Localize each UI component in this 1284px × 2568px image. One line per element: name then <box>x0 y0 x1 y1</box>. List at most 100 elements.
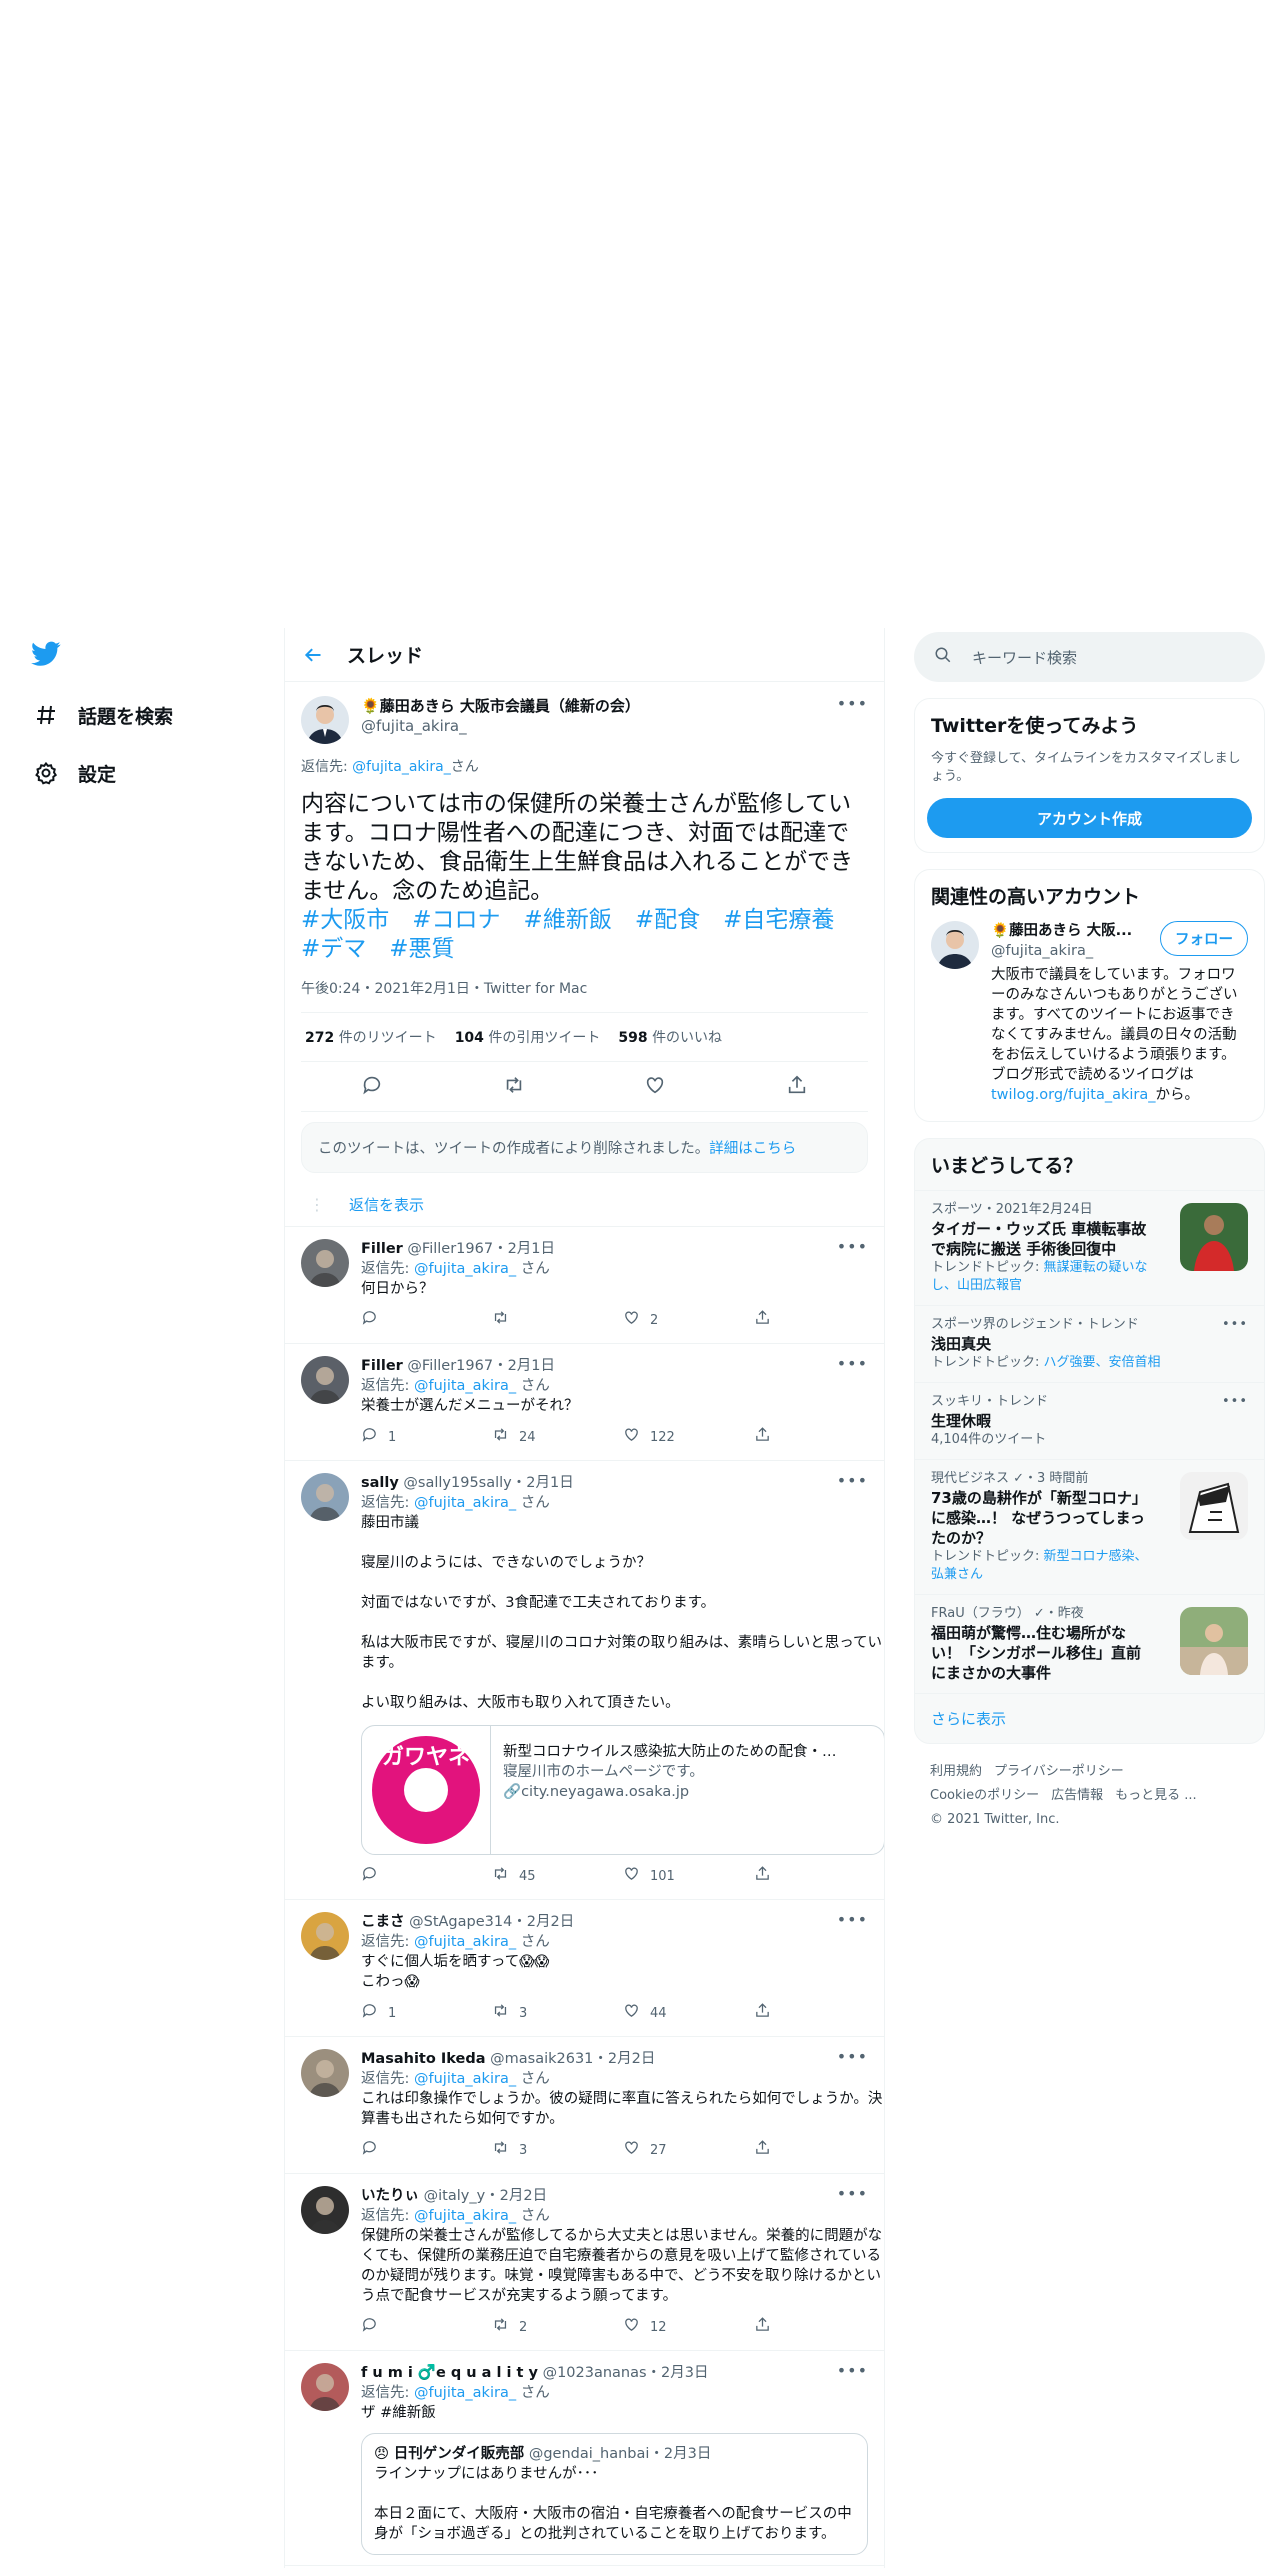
nav-settings[interactable]: 設定 <box>28 744 268 802</box>
reply-handle-link[interactable]: @fujita_akira_ <box>352 759 451 775</box>
more-options-icon[interactable]: ••• <box>837 1471 868 1490</box>
reply-action[interactable] <box>361 1865 492 1889</box>
more-options-icon[interactable]: ••• <box>837 1354 868 1373</box>
more-options-icon[interactable]: ••• <box>837 1237 868 1256</box>
reply-author-name[interactable]: Masahito Ikeda <box>361 2051 486 2067</box>
reply-handle-link[interactable]: @fujita_akira_ <box>414 2385 516 2401</box>
reply-action[interactable]: 1 <box>361 1426 492 1450</box>
reply-handle-link[interactable]: @fujita_akira_ <box>414 2071 516 2087</box>
more-options-icon[interactable]: ••• <box>837 2361 868 2380</box>
like-action[interactable]: 122 <box>623 1426 754 1450</box>
reply-handle-link[interactable]: @fujita_akira_ <box>414 1495 516 1511</box>
retweet-icon[interactable] <box>503 1074 525 1100</box>
reply-author-handle[interactable]: @Filler1967・2月1日 <box>407 1358 555 1374</box>
reply-icon[interactable] <box>361 1074 383 1100</box>
avatar[interactable] <box>301 2186 349 2234</box>
author-handle[interactable]: @fujita_akira_ <box>361 716 640 736</box>
reply-tweet[interactable]: sally @sally195sally・2月1日 返信先: @fujita_a… <box>285 1461 884 1900</box>
retweet-action[interactable]: 24 <box>492 1426 623 1450</box>
trend-item[interactable]: FRaU（フラウ） ✓・昨夜 福田萌が驚愕…住む場所がない！「シンガポール移住」… <box>915 1594 1264 1693</box>
show-replies-row[interactable]: ⋮ 返信を表示 <box>285 1183 884 1227</box>
related-bio-link[interactable]: twilog.org/fujita_akira_ <box>991 1087 1156 1103</box>
share-action[interactable] <box>754 2316 884 2340</box>
reply-action[interactable]: 1 <box>361 2002 492 2026</box>
nav-explore[interactable]: 話題を検索 <box>28 686 268 744</box>
ads-link[interactable]: 広告情報 <box>1051 1788 1103 1803</box>
retweet-action[interactable]: 2 <box>492 2316 623 2340</box>
reply-tweet[interactable]: Filler @Filler1967・2月1日 返信先: @fujita_aki… <box>285 1344 884 1461</box>
reply-handle-link[interactable]: @fujita_akira_ <box>414 1378 516 1394</box>
share-icon[interactable] <box>786 1074 808 1100</box>
author-name[interactable]: 藤田あきら 大阪市会議員（維新の会） <box>380 697 640 715</box>
like-action[interactable]: 2 <box>623 1309 754 1333</box>
trend-thumbnail[interactable] <box>1180 1607 1248 1675</box>
reply-tweet[interactable]: いたりぃ @italy_y・2月2日 返信先: @fujita_akira_ さ… <box>285 2174 884 2351</box>
reply-author-handle[interactable]: @1023ananas・2月3日 <box>543 2365 709 2381</box>
more-options-icon[interactable]: ••• <box>837 2047 868 2066</box>
terms-link[interactable]: 利用規約 <box>930 1764 982 1779</box>
more-options-icon[interactable]: ••• <box>837 1910 868 1929</box>
trend-thumbnail[interactable] <box>1180 1203 1248 1271</box>
privacy-link[interactable]: プライバシーポリシー <box>994 1764 1124 1779</box>
more-options-icon[interactable]: ••• <box>1222 1393 1248 1411</box>
avatar[interactable] <box>301 2049 349 2097</box>
reply-author-name[interactable]: いたりぃ <box>361 2188 419 2204</box>
reply-action[interactable] <box>361 2139 492 2163</box>
tweet-timestamp[interactable]: 午後0:24・2021年2月1日・Twitter for Mac <box>301 978 868 1013</box>
reply-tweet[interactable]: こまさ @StAgape314・2月2日 返信先: @fujita_akira_… <box>285 1900 884 2037</box>
share-action[interactable] <box>754 2002 884 2026</box>
reply-tweet[interactable]: Filler @Filler1967・2月1日 返信先: @fujita_aki… <box>285 1227 884 1344</box>
quote-stat[interactable]: 104 件の引用ツイート <box>455 1027 601 1047</box>
reply-handle-link[interactable]: @fujita_akira_ <box>414 1934 516 1950</box>
avatar[interactable] <box>301 1473 349 1521</box>
like-action[interactable]: 27 <box>623 2139 754 2163</box>
avatar[interactable] <box>301 696 349 744</box>
related-account[interactable]: 🌻藤田あきら 大阪... @fujita_akira_ 大阪市で議員をしています… <box>915 921 1264 1121</box>
like-stat[interactable]: 598 件のいいね <box>618 1027 722 1047</box>
retweet-action[interactable]: 3 <box>492 2002 623 2026</box>
trend-thumbnail[interactable] <box>1180 1472 1248 1540</box>
cookie-link[interactable]: Cookieのポリシー <box>930 1788 1039 1803</box>
trend-item[interactable]: スッキリ・トレンド 生理休暇 4,104件のツイート ••• <box>915 1382 1264 1459</box>
reply-author-name[interactable]: Filler <box>361 1358 403 1374</box>
avatar[interactable] <box>301 1356 349 1404</box>
retweet-action[interactable]: 3 <box>492 2139 623 2163</box>
trend-sub-link[interactable]: ハグ強要、安倍首相 <box>1044 1355 1161 1370</box>
like-action[interactable]: 44 <box>623 2002 754 2026</box>
reply-handle-link[interactable]: @fujita_akira_ <box>414 1261 516 1277</box>
related-name[interactable]: 藤田あきら 大阪... <box>1009 923 1132 939</box>
like-icon[interactable] <box>644 1074 666 1100</box>
follow-button[interactable]: フォロー <box>1160 921 1248 956</box>
show-replies-link[interactable]: 返信を表示 <box>349 1194 424 1215</box>
retweet-action[interactable]: 45 <box>492 1865 623 1889</box>
like-action[interactable]: 101 <box>623 1865 754 1889</box>
retweet-action[interactable] <box>492 1309 623 1333</box>
more-options-icon[interactable]: ••• <box>837 2184 868 2203</box>
hashtags[interactable]: #大阪市 #コロナ #維新飯 #配食 #自宅療養 #デマ #悪質 <box>301 906 868 964</box>
quoted-tweet[interactable]: 😠 日刊ゲンダイ販売部 @gendai_hanbai・2月3日 ラインナップには… <box>361 2433 868 2555</box>
link-card[interactable]: ガワヤネ 新型コロナウイルス感染拡大防止のための配食・… 寝屋川市のホームページ… <box>361 1725 884 1855</box>
trend-item[interactable]: 現代ビジネス ✓・3 時間前 73歳の島耕作が「新型コロナ」に感染…！ なぜうつ… <box>915 1459 1264 1594</box>
retweet-stat[interactable]: 272 件のリツイート <box>305 1027 437 1047</box>
more-options-icon[interactable]: ••• <box>837 694 868 713</box>
share-action[interactable] <box>754 2139 884 2163</box>
avatar[interactable] <box>301 2363 349 2411</box>
reply-author-handle[interactable]: @italy_y・2月2日 <box>424 2188 548 2204</box>
more-options-icon[interactable]: ••• <box>1222 1316 1248 1334</box>
reply-tweet[interactable]: Masahito Ikeda @masaik2631・2月2日 返信先: @fu… <box>285 2037 884 2174</box>
share-action[interactable] <box>754 1426 884 1450</box>
learn-more-link[interactable]: 詳細はこちら <box>709 1141 796 1157</box>
more-footer-link[interactable]: もっと見る ... <box>1115 1788 1197 1803</box>
reply-author-handle[interactable]: @sally195sally・2月1日 <box>403 1475 573 1491</box>
show-more-link[interactable]: さらに表示 <box>915 1693 1264 1743</box>
share-action[interactable] <box>754 1865 884 1889</box>
search-input[interactable]: キーワード検索 <box>972 647 1077 668</box>
reply-author-handle[interactable]: @Filler1967・2月1日 <box>407 1241 555 1257</box>
trend-item[interactable]: スポーツ界のレジェンド・トレンド 浅田真央 トレンドトピック: ハグ強要、安倍首… <box>915 1305 1264 1382</box>
reply-author-handle[interactable]: @masaik2631・2月2日 <box>490 2051 655 2067</box>
like-action[interactable]: 12 <box>623 2316 754 2340</box>
search-box[interactable]: キーワード検索 <box>914 632 1265 682</box>
reply-handle-link[interactable]: @fujita_akira_ <box>414 2208 516 2224</box>
avatar[interactable] <box>301 1239 349 1287</box>
reply-author-name[interactable]: こまさ <box>361 1914 405 1930</box>
